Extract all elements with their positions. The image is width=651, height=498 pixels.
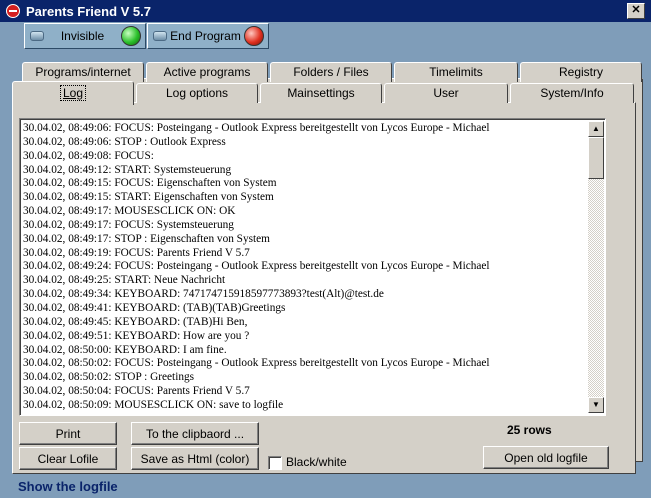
tab-log-label: Log: [59, 85, 87, 101]
log-line[interactable]: 30.04.02, 08:49:45: KEYBOARD: (TAB)Hi Be…: [23, 316, 585, 330]
tab-log-options[interactable]: Log options: [136, 83, 258, 103]
tab-user[interactable]: User: [384, 83, 508, 103]
log-scrollbar[interactable]: ▲ ▼: [588, 121, 604, 413]
tab-programs-internet[interactable]: Programs/internet: [22, 62, 144, 82]
app-icon: [6, 4, 20, 18]
green-led-icon: [121, 26, 141, 46]
tab-log[interactable]: Log: [12, 81, 134, 105]
to-clipboard-button[interactable]: To the clipbaord ...: [131, 422, 259, 445]
invisible-button-label: Invisible: [60, 29, 105, 43]
log-line[interactable]: 30.04.02, 08:50:00: KEYBOARD: I am fine.: [23, 344, 585, 358]
log-line[interactable]: 30.04.02, 08:50:04: FOCUS: Parents Frien…: [23, 385, 585, 399]
title-bar: Parents Friend V 5.7 ✕: [0, 0, 651, 22]
log-line[interactable]: 30.04.02, 08:50:02: STOP : Greetings: [23, 371, 585, 385]
clear-logfile-button[interactable]: Clear Lofile: [19, 447, 117, 470]
log-line[interactable]: 30.04.02, 08:49:24: FOCUS: Posteingang -…: [23, 260, 585, 274]
log-line[interactable]: 30.04.02, 08:49:17: MOUSESCLICK ON: OK: [23, 205, 585, 219]
log-line[interactable]: 30.04.02, 08:49:15: START: Eigenschaften…: [23, 191, 585, 205]
scroll-thumb[interactable]: [588, 137, 604, 179]
log-line[interactable]: 30.04.02, 08:50:09: MOUSESCLICK ON: save…: [23, 399, 585, 413]
log-line[interactable]: 30.04.02, 08:49:17: STOP : Eigenschaften…: [23, 233, 585, 247]
close-button[interactable]: ✕: [627, 3, 645, 19]
log-line[interactable]: 30.04.02, 08:49:51: KEYBOARD: How are yo…: [23, 330, 585, 344]
log-lines: 30.04.02, 08:49:06: FOCUS: Posteingang -…: [23, 122, 585, 413]
tab-timelimits[interactable]: Timelimits: [394, 62, 518, 82]
log-line[interactable]: 30.04.02, 08:49:06: STOP : Outlook Expre…: [23, 136, 585, 150]
log-line[interactable]: 30.04.02, 08:49:12: START: Systemsteueru…: [23, 164, 585, 178]
log-line[interactable]: 30.04.02, 08:49:41: KEYBOARD: (TAB)(TAB)…: [23, 302, 585, 316]
scroll-down-arrow-icon[interactable]: ▼: [588, 397, 604, 413]
log-line[interactable]: 30.04.02, 08:49:15: FOCUS: Eigenschaften…: [23, 177, 585, 191]
tab-active-programs[interactable]: Active programs: [146, 62, 268, 82]
black-white-label: Black/white: [286, 455, 347, 469]
log-line[interactable]: 30.04.02, 08:49:08: FOCUS:: [23, 150, 585, 164]
window-title: Parents Friend V 5.7: [26, 3, 151, 19]
scroll-up-arrow-icon[interactable]: ▲: [588, 121, 604, 137]
end-program-button-label: End Program: [170, 29, 241, 43]
log-line[interactable]: 30.04.02, 08:49:34: KEYBOARD: 7471747159…: [23, 288, 585, 302]
end-program-button[interactable]: End Program: [147, 23, 269, 49]
print-button[interactable]: Print: [19, 422, 117, 445]
black-white-checkbox[interactable]: [268, 456, 282, 470]
log-line[interactable]: 30.04.02, 08:50:02: FOCUS: Posteingang -…: [23, 357, 585, 371]
save-as-html-button[interactable]: Save as Html (color): [131, 447, 259, 470]
tab-system-info[interactable]: System/Info: [510, 83, 634, 103]
tab-registry[interactable]: Registry: [520, 62, 642, 82]
log-line[interactable]: 30.04.02, 08:49:17: FOCUS: Systemsteueru…: [23, 219, 585, 233]
indicator-icon: [153, 31, 167, 41]
invisible-button[interactable]: Invisible: [24, 23, 146, 49]
log-line[interactable]: 30.04.02, 08:49:06: FOCUS: Posteingang -…: [23, 122, 585, 136]
log-line[interactable]: 30.04.02, 08:49:25: START: Neue Nachrich…: [23, 274, 585, 288]
red-led-icon: [244, 26, 264, 46]
indicator-icon: [30, 31, 44, 41]
open-old-logfile-button[interactable]: Open old logfile: [483, 446, 609, 469]
log-listbox[interactable]: 30.04.02, 08:49:06: FOCUS: Posteingang -…: [19, 118, 606, 416]
log-line[interactable]: 30.04.02, 08:49:19: FOCUS: Parents Frien…: [23, 247, 585, 261]
rows-count: 25 rows: [507, 423, 552, 437]
status-text: Show the logfile: [18, 479, 118, 494]
tab-mainsettings[interactable]: Mainsettings: [260, 83, 382, 103]
tab-folders-files[interactable]: Folders / Files: [270, 62, 392, 82]
